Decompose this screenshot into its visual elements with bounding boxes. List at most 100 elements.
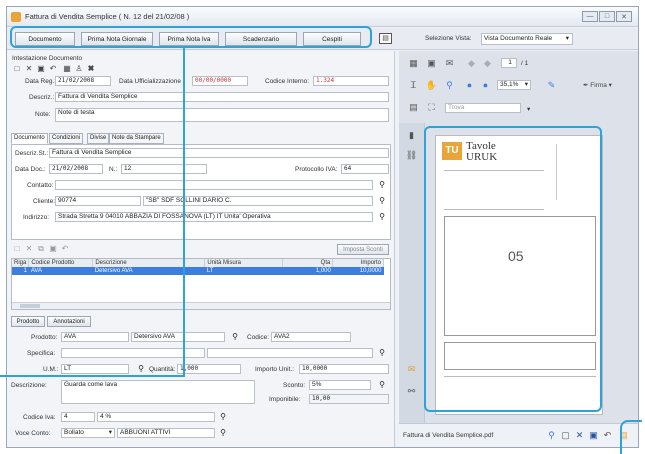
codice-iva-code-field[interactable]: 4 [61,412,95,422]
print-icon[interactable]: ▦ [62,64,72,74]
zoom-out-icon[interactable]: ● [463,79,476,92]
contatto-field[interactable] [55,180,373,190]
quantita-field[interactable]: 1,000 [177,364,241,374]
zoom-in-icon[interactable]: ● [479,79,492,92]
delete-row-icon[interactable]: ✕ [24,244,34,254]
maximize-button[interactable]: □ [599,11,615,22]
trova-input[interactable]: Trova [445,103,521,113]
codice-field[interactable]: AVA2 [271,332,351,342]
pages-panel-icon[interactable]: ▮ [405,129,418,142]
minimize-button[interactable]: — [582,11,598,22]
undo-icon[interactable]: ↶ [48,64,58,74]
prodotto-desc-field[interactable]: Detersivo AVA [131,332,225,342]
remove-icon[interactable]: ✖ [86,64,96,74]
table-row[interactable]: 1 AVA Detersivo AVA LT 1,000 10,0000 [12,267,384,275]
comments-icon[interactable]: ✉ [405,363,418,376]
col-descrizione[interactable]: Descrizione [92,259,206,267]
indirizzo-field[interactable]: Strada Stretta 9 04010 ABBAZIA DI FOSSAN… [55,212,373,222]
col-importo[interactable]: Importo [332,259,384,267]
search-file-icon[interactable]: ⚲ [545,429,558,442]
tab-annotazioni[interactable]: Annotazioni [47,316,91,327]
col-codice[interactable]: Codice Prodotto [28,259,94,267]
copy-row-icon[interactable]: ⧉ [36,244,46,254]
col-um[interactable]: Unità Misura [204,259,284,267]
cell-riga: 1 [12,267,29,275]
search-voce-conto-icon[interactable]: ⚲ [217,428,229,438]
data-uff-field[interactable]: 00/00/0000 [192,76,248,86]
tools-icon[interactable]: ✎ [545,79,558,92]
note-field[interactable]: Note di testa [55,108,389,122]
sconto-field[interactable]: 5% [309,380,371,390]
col-qta[interactable]: Qta [282,259,334,267]
cliente-name-field[interactable]: "SB" SDF SOLLINI DARIO C. [143,196,373,206]
layout-toggle-icon[interactable]: ▤ [379,33,392,44]
descriz-field[interactable]: Fattura di Vendita Semplice [55,92,389,102]
preview-icon[interactable]: ▢ [559,429,572,442]
codice-interno-field[interactable]: 1.324 [313,76,389,86]
save-doc-icon[interactable]: ▣ [587,429,600,442]
search-specifica-icon[interactable]: ⚲ [376,348,388,358]
fullscreen-icon[interactable]: ⛶ [425,101,438,114]
importo-unit-field[interactable]: 10,0000 [299,364,389,374]
search-um-icon[interactable]: ⚲ [135,364,147,374]
um-field[interactable]: LT [61,364,129,374]
voce-conto-desc-field[interactable]: ABBUONI ATTIVI [117,428,215,438]
zoom-tool-icon[interactable]: ⚲ [443,79,456,92]
n-field[interactable]: 12 [121,164,207,174]
undo-row-icon[interactable]: ↶ [60,244,70,254]
search-prodotto-icon[interactable]: ⚲ [229,332,241,342]
specifica-extra-field[interactable] [207,348,373,358]
descrizione-field[interactable]: Guarda come lava [61,380,255,404]
select-text-icon[interactable]: Ꮖ [407,79,420,92]
tab-documento[interactable]: Documento [11,133,48,144]
protocollo-field[interactable]: 64 [341,164,389,174]
print-icon[interactable]: ▦ [407,57,420,70]
chevron-down-icon[interactable]: ▾ [527,105,530,113]
prodotto-code-field[interactable]: AVA [61,332,129,342]
imposta-sconti-button[interactable]: Imposta Sconti [337,244,389,255]
document-form-pane: Intestazione Documento □ ✕ ▣ ↶ ▦ ♙ ✖ Dat… [7,51,395,447]
user-icon[interactable]: ♙ [74,64,84,74]
page-number-field[interactable]: 1 [501,58,517,68]
close-button[interactable]: ✕ [616,11,632,22]
selezione-vista-select[interactable]: Vista Documento Reale ▾ [481,33,573,45]
col-riga[interactable]: Riga [12,259,30,267]
search-iva-icon[interactable]: ⚲ [217,412,229,422]
data-reg-field[interactable]: 21/02/2008 [55,76,111,86]
search-sconto-icon[interactable]: ⚲ [376,380,388,390]
search-indirizzo-icon[interactable]: ⚲ [376,212,388,222]
data-uff-label: Data Ufficializzazione [119,78,182,85]
voce-conto-label: Voce Conto: [15,430,51,437]
voce-conto-select[interactable]: Bollato ▾ [61,428,115,438]
save-icon[interactable]: ▣ [425,57,438,70]
window-title: Fattura di Vendita Semplice ( N. 12 del … [25,12,190,21]
descriz-st-field[interactable]: Fattura di Vendita Semplice [49,148,389,158]
cliente-code-field[interactable]: 90774 [55,196,141,206]
delete-icon[interactable]: ✕ [24,64,34,74]
email-icon[interactable]: ✉ [443,57,456,70]
prev-page-icon[interactable]: ◆ [465,57,478,70]
layout-icon[interactable]: ▤ [407,101,420,114]
data-doc-field[interactable]: 21/02/2008 [49,164,103,174]
new-doc-icon[interactable]: □ [12,64,22,74]
firma-label[interactable]: ✒ Firma ▾ [583,81,612,89]
undo-doc-icon[interactable]: ↶ [601,429,614,442]
save-row-icon[interactable]: ▣ [48,244,58,254]
next-page-icon[interactable]: ◆ [481,57,494,70]
scrollbar-thumb[interactable] [20,304,40,308]
tab-prodotto[interactable]: Prodotto [11,316,45,327]
codice-iva-desc-field[interactable]: 4 % [97,412,215,422]
paperclip-icon[interactable]: ⚯ [405,385,418,398]
tab-condizioni[interactable]: Condizioni [49,133,84,144]
horizontal-scrollbar[interactable] [12,302,390,309]
search-contatto-icon[interactable]: ⚲ [376,180,388,190]
add-row-icon[interactable]: □ [12,244,22,254]
tab-divise[interactable]: Divise [87,133,110,144]
zoom-level-field[interactable]: 35,1% ▾ [497,80,531,90]
tab-note-da-stampare[interactable]: Note da Stampare [109,133,164,144]
attachments-icon[interactable]: ⛓ [405,149,418,162]
search-cliente-icon[interactable]: ⚲ [376,196,388,206]
hand-tool-icon[interactable]: ✋ [425,79,438,92]
close-doc-icon[interactable]: ✕ [573,429,586,442]
save-icon[interactable]: ▣ [36,64,46,74]
